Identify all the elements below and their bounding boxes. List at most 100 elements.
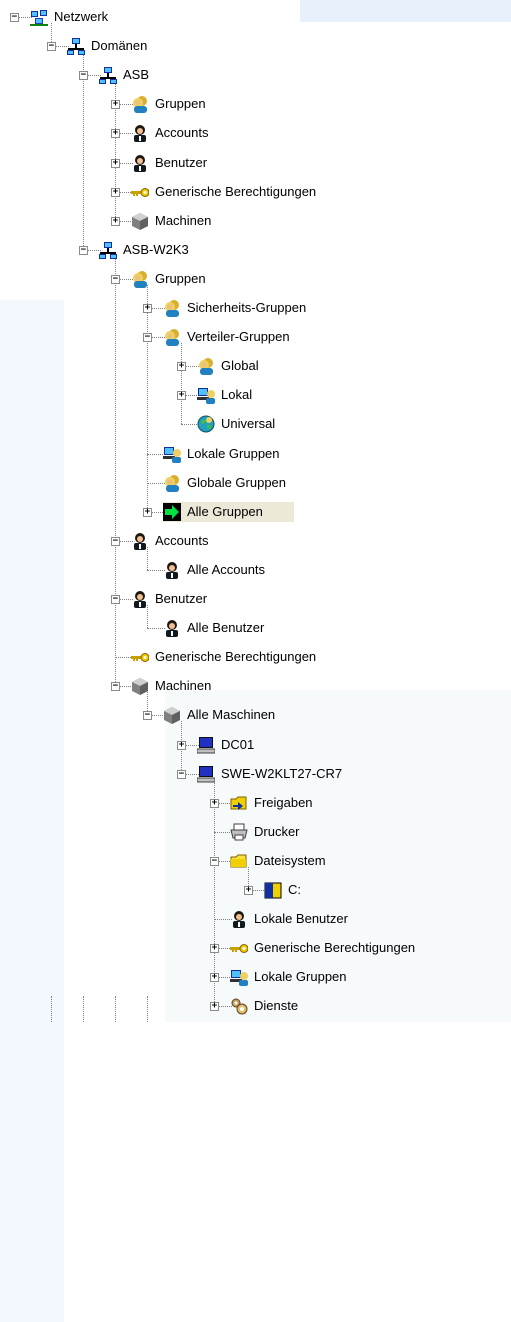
collapse-toggle[interactable]: − <box>177 769 186 779</box>
tree-item-machinen[interactable]: Machinen <box>131 676 230 696</box>
tree-item-globale-gruppen[interactable]: Globale Gruppen <box>163 473 319 493</box>
tree-item-dom-nen[interactable]: Domänen <box>67 36 158 56</box>
tree-guide-line <box>147 996 148 1022</box>
navigation-tree[interactable]: − Netzwerk − Domänen − ASB + Gruppen + Accounts + B… <box>0 0 511 1322</box>
collapse-toggle[interactable]: − <box>10 13 19 22</box>
tree-item-alle-gruppen[interactable]: Alle Gruppen <box>163 501 295 522</box>
collapse-toggle[interactable]: − <box>111 536 120 546</box>
tree-item-c[interactable]: C: <box>264 880 314 900</box>
tree-item-label: Generische Berechtigungen <box>155 183 317 199</box>
tree-item-machinen[interactable]: Machinen <box>131 211 230 231</box>
computer-icon <box>196 736 216 754</box>
tree-item-label: Gruppen <box>155 270 206 286</box>
tree-item-label: C: <box>288 882 301 897</box>
tree-item-accounts[interactable]: Accounts <box>131 531 230 551</box>
tree-item-label: Freigaben <box>254 794 313 810</box>
tree-item-lokale-benutzer[interactable]: Lokale Benutzer <box>230 909 386 929</box>
tree-item-label: Generische Berechtigungen <box>155 649 317 665</box>
expand-toggle[interactable]: + <box>210 798 219 808</box>
user-icon <box>131 124 149 143</box>
key-icon <box>131 648 150 666</box>
tree-guide-line <box>83 52 84 250</box>
expand-toggle[interactable]: + <box>111 158 120 168</box>
tree-item-gruppen[interactable]: Gruppen <box>131 94 222 114</box>
expand-toggle[interactable]: + <box>210 944 219 954</box>
collapse-toggle[interactable]: − <box>143 711 152 721</box>
expand-toggle[interactable]: + <box>177 391 186 401</box>
expand-toggle[interactable]: + <box>143 304 152 313</box>
tree-item-label: Lokale Gruppen <box>187 445 280 461</box>
tree-item-verteiler-gruppen[interactable]: Verteiler-Gruppen <box>163 327 335 347</box>
tree-item-label: ASB <box>123 67 150 83</box>
collapse-toggle[interactable]: − <box>111 595 120 604</box>
tree-item-lokale-gruppen[interactable]: Lokale Gruppen <box>230 967 377 987</box>
collapse-toggle[interactable]: − <box>111 682 120 692</box>
tree-item-alle-accounts[interactable]: Alle Accounts <box>163 560 302 580</box>
tree-item-dc01[interactable]: DC01 <box>196 735 263 755</box>
drive-icon <box>264 881 282 899</box>
user-icon <box>163 561 181 579</box>
tree-item-gruppen[interactable]: Gruppen <box>131 269 222 289</box>
tree-item-label: Machinen <box>155 212 212 228</box>
local-group-icon <box>163 445 181 463</box>
tree-item-asb-w2k3[interactable]: ASB-W2K3 <box>99 240 198 260</box>
services-icon <box>230 997 248 1015</box>
expand-toggle[interactable]: + <box>244 886 253 895</box>
collapse-toggle[interactable]: − <box>111 274 120 284</box>
expand-toggle[interactable]: + <box>143 507 152 517</box>
tree-item-swe-w2klt27-cr7[interactable]: SWE-W2KLT27-CR7 <box>196 764 353 784</box>
expand-toggle[interactable]: + <box>111 129 120 139</box>
machine-icon <box>131 677 149 696</box>
tree-guide-line <box>83 996 84 1022</box>
tree-item-label: Lokale Benutzer <box>254 911 348 927</box>
tree-item-accounts[interactable]: Accounts <box>131 123 230 143</box>
tree-item-label: DC01 <box>221 736 255 752</box>
tree-guide-line <box>115 255 116 687</box>
collapse-toggle[interactable]: − <box>210 856 219 866</box>
tree-item-label: Lokale Gruppen <box>254 969 347 985</box>
tree-item-label: Machinen <box>155 678 212 694</box>
computer-icon <box>196 765 216 783</box>
expand-toggle[interactable]: + <box>111 187 120 197</box>
group-icon <box>163 299 181 317</box>
tree-item-generische-berechtigungen[interactable]: Generische Berechtigungen <box>131 647 368 667</box>
collapse-toggle[interactable]: − <box>79 71 88 81</box>
tree-item-netzwerk[interactable]: Netzwerk <box>30 7 129 27</box>
background-band <box>0 300 64 1322</box>
expand-toggle[interactable]: + <box>210 973 219 983</box>
collapse-toggle[interactable]: − <box>143 333 152 343</box>
expand-toggle[interactable]: + <box>111 100 120 110</box>
collapse-toggle[interactable]: − <box>47 42 56 52</box>
tree-item-global[interactable]: Global <box>197 356 280 376</box>
tree-item-asb[interactable]: ASB <box>99 65 157 85</box>
tree-item-drucker[interactable]: Drucker <box>230 822 321 842</box>
tree-item-label: Gruppen <box>155 96 206 112</box>
tree-item-alle-maschinen[interactable]: Alle Maschinen <box>163 705 310 725</box>
tree-item-label: Lokal <box>221 387 253 403</box>
tree-item-generische-berechtigungen[interactable]: Generische Berechtigungen <box>131 182 368 202</box>
tree-item-dienste[interactable]: Dienste <box>230 996 321 1016</box>
tree-item-universal[interactable]: Universal <box>197 414 304 434</box>
tree-item-lokale-gruppen[interactable]: Lokale Gruppen <box>163 444 310 464</box>
folder-icon <box>230 852 248 870</box>
expand-toggle[interactable]: + <box>177 740 186 750</box>
tree-item-alle-benutzer[interactable]: Alle Benutzer <box>163 618 302 638</box>
tree-item-benutzer[interactable]: Benutzer <box>131 589 230 609</box>
expand-toggle[interactable]: + <box>210 1002 219 1012</box>
tree-item-benutzer[interactable]: Benutzer <box>131 153 230 173</box>
tree-item-dateisystem[interactable]: Dateisystem <box>230 851 353 871</box>
collapse-toggle[interactable]: − <box>79 245 88 255</box>
user-icon <box>131 590 149 608</box>
tree-item-generische-berechtigungen[interactable]: Generische Berechtigungen <box>230 938 467 958</box>
expand-toggle[interactable]: + <box>111 216 120 226</box>
tree-item-label: Generische Berechtigungen <box>254 940 416 956</box>
group-icon <box>163 328 181 347</box>
expand-toggle[interactable]: + <box>177 362 186 372</box>
tree-item-label: Dateisystem <box>254 852 326 868</box>
tree-item-label: Netzwerk <box>54 9 109 24</box>
tree-item-freigaben[interactable]: Freigaben <box>230 793 337 813</box>
user-icon <box>131 154 149 172</box>
tree-item-sicherheits-gruppen[interactable]: Sicherheits-Gruppen <box>163 298 351 318</box>
tree-item-label: Drucker <box>254 823 300 839</box>
tree-item-lokal[interactable]: Lokal <box>197 385 272 405</box>
